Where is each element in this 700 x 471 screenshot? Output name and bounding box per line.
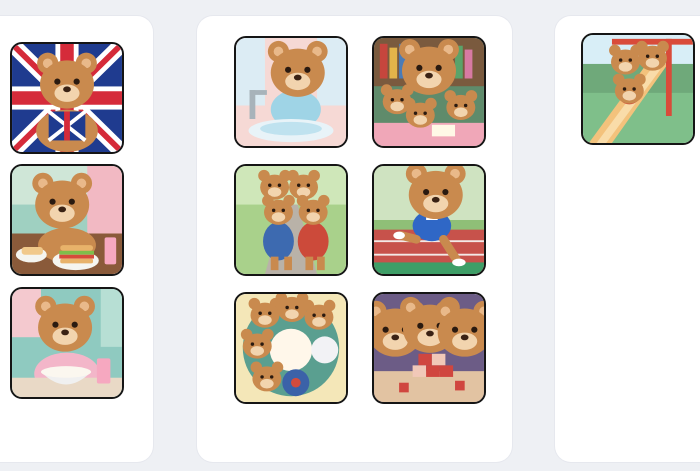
bear-family-reading-icon[interactable] [372, 36, 486, 148]
bears-circle-playing-icon[interactable] [234, 292, 348, 404]
bears-building-blocks-icon[interactable] [372, 292, 486, 404]
bear-running-track-icon[interactable] [372, 164, 486, 276]
bear-sandwich-icon[interactable] [10, 164, 124, 276]
bears-walking-together-icon[interactable] [234, 164, 348, 276]
bears-playground-slide-icon[interactable] [581, 33, 695, 145]
bear-washing-hands-icon[interactable] [234, 36, 348, 148]
bear-cereal-bowl-icon[interactable] [10, 287, 124, 399]
bear-union-jack-icon[interactable] [10, 42, 124, 154]
